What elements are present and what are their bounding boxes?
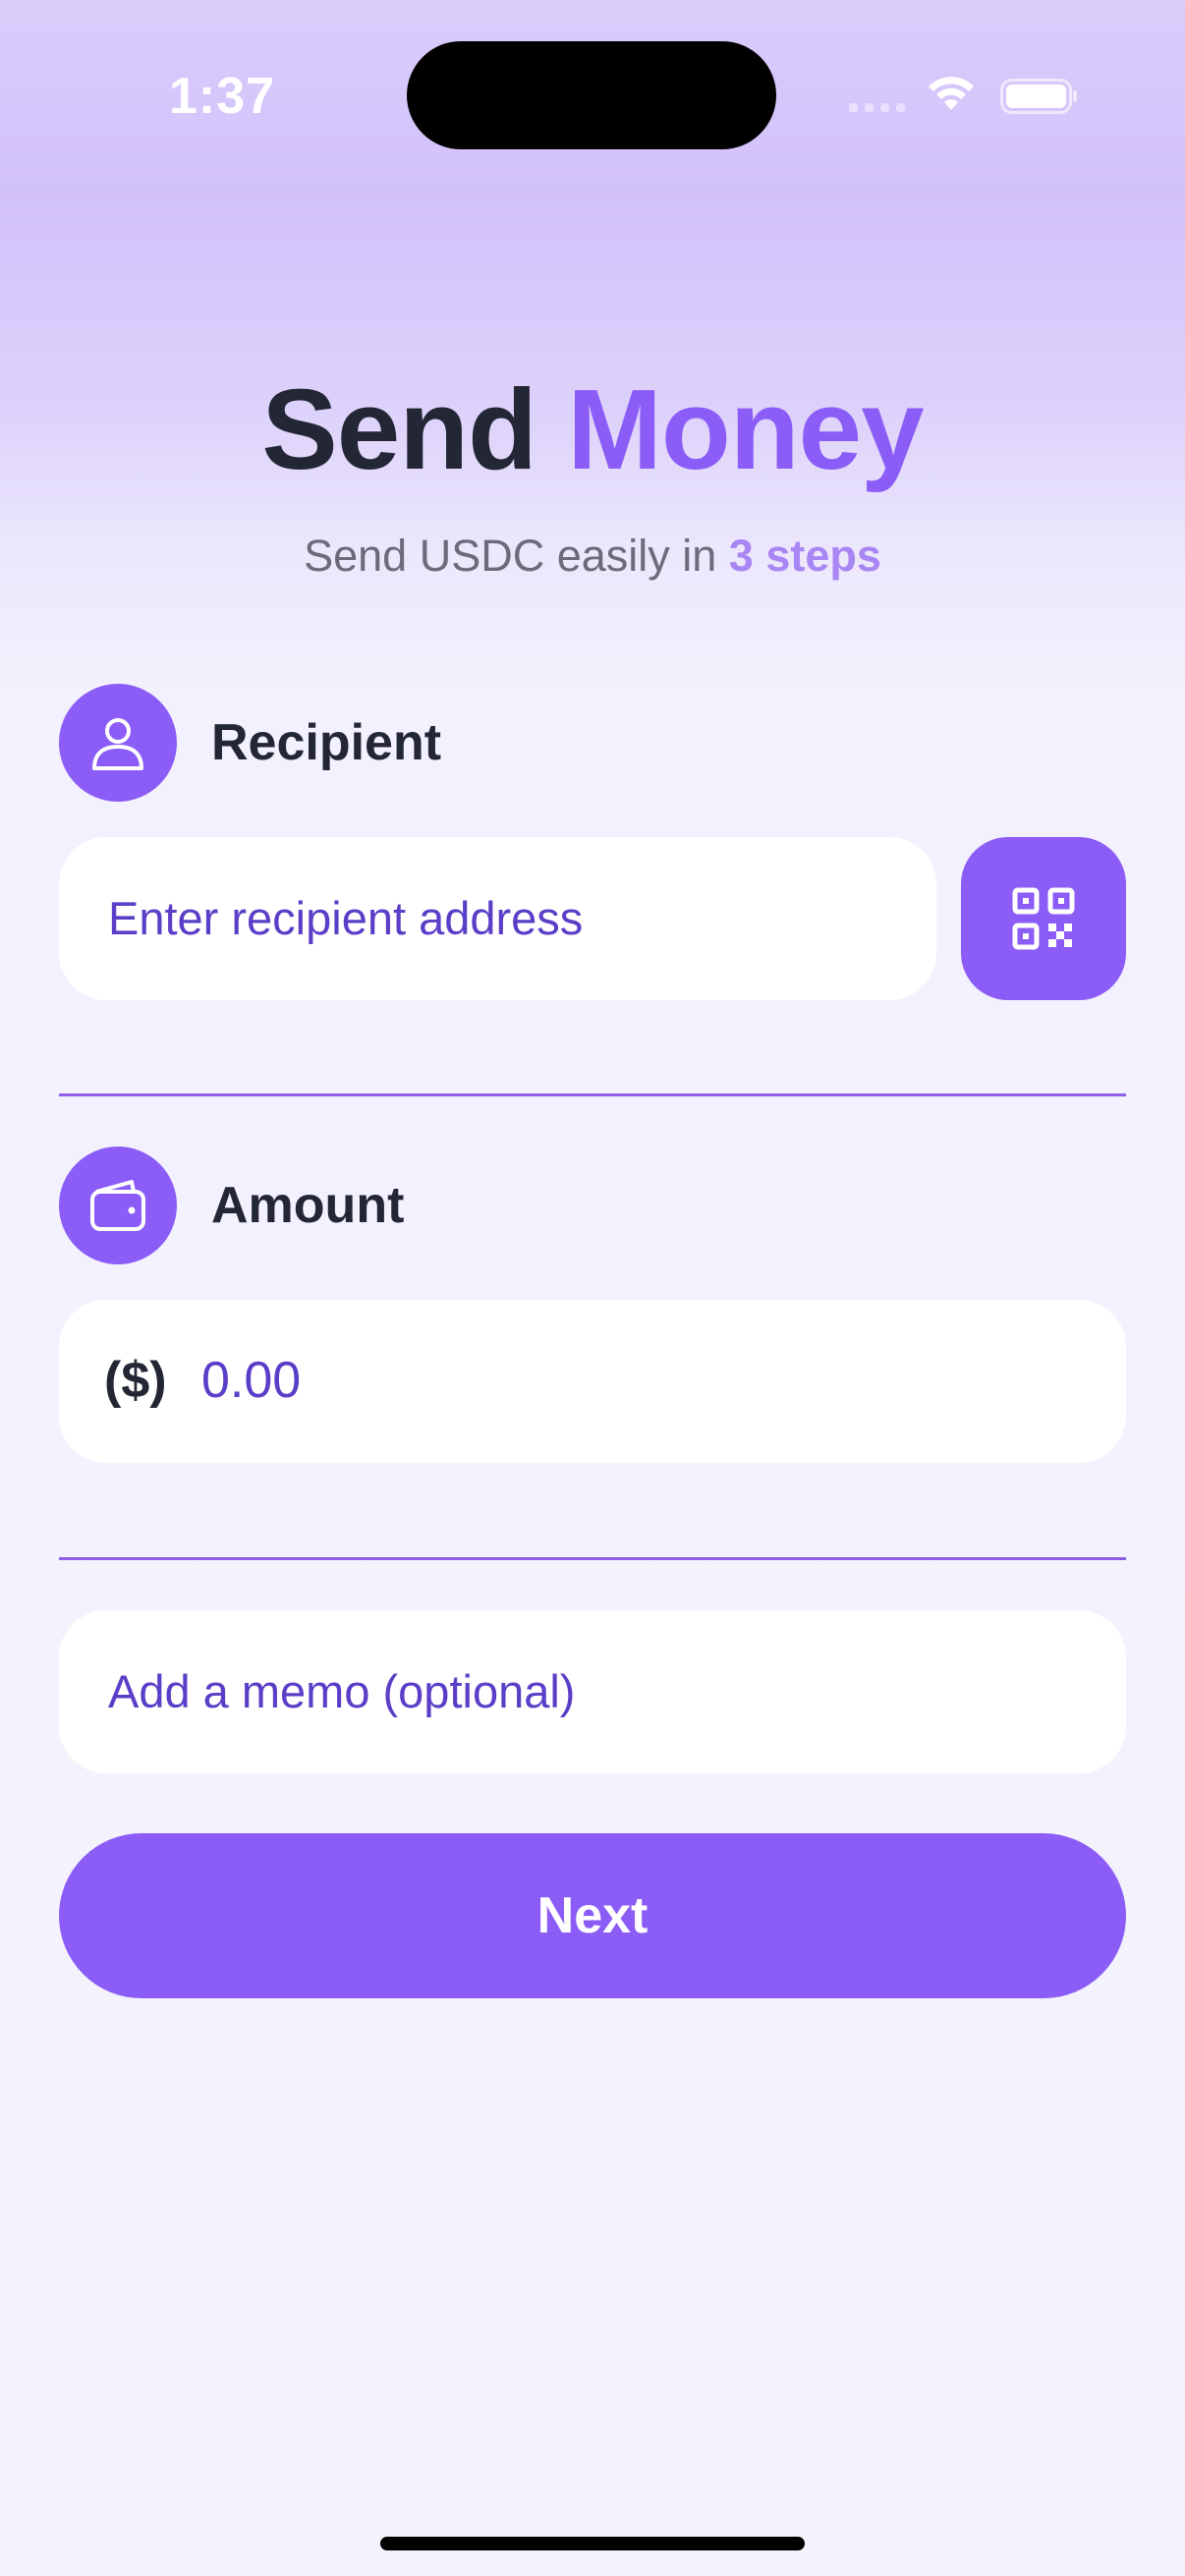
recipient-address-input[interactable]: Enter recipient address bbox=[59, 837, 936, 1000]
recipient-section-header: Recipient bbox=[59, 684, 1126, 802]
status-bar: 1:37 bbox=[0, 0, 1185, 187]
memo-input[interactable]: Add a memo (optional) bbox=[59, 1610, 1126, 1773]
page-subtitle: Send USDC easily in 3 steps bbox=[0, 531, 1185, 582]
dynamic-island bbox=[407, 41, 776, 149]
recipient-icon-circle bbox=[59, 684, 177, 802]
status-time: 1:37 bbox=[169, 68, 276, 125]
subtitle-steps: 3 steps bbox=[728, 531, 881, 581]
scan-qr-button[interactable] bbox=[961, 837, 1126, 1000]
wifi-icon bbox=[929, 77, 974, 110]
title-money: Money bbox=[567, 365, 924, 493]
next-button-label: Next bbox=[536, 1887, 649, 1944]
qr-code-icon bbox=[1012, 887, 1075, 950]
home-indicator[interactable] bbox=[380, 2537, 805, 2550]
amount-label: Amount bbox=[211, 1177, 405, 1234]
battery-icon bbox=[1000, 79, 1077, 114]
page-title: Send Money bbox=[0, 364, 1185, 495]
recipient-label: Recipient bbox=[211, 714, 442, 771]
title-send: Send bbox=[261, 365, 537, 493]
section-divider bbox=[59, 1557, 1126, 1560]
amount-section-header: Amount bbox=[59, 1147, 1126, 1264]
cellular-signal-icon bbox=[849, 102, 908, 112]
currency-symbol: ($) bbox=[104, 1352, 167, 1409]
memo-placeholder: Add a memo (optional) bbox=[108, 1665, 576, 1717]
amount-value: 0.00 bbox=[201, 1352, 302, 1409]
wallet-icon bbox=[90, 1180, 145, 1231]
next-button[interactable]: Next bbox=[59, 1833, 1126, 1998]
amount-icon-circle bbox=[59, 1147, 177, 1264]
recipient-placeholder: Enter recipient address bbox=[108, 892, 584, 944]
subtitle-text: Send USDC easily in bbox=[304, 531, 717, 581]
person-icon bbox=[92, 718, 143, 770]
amount-input[interactable]: ($) 0.00 bbox=[59, 1300, 1126, 1463]
section-divider bbox=[59, 1093, 1126, 1096]
